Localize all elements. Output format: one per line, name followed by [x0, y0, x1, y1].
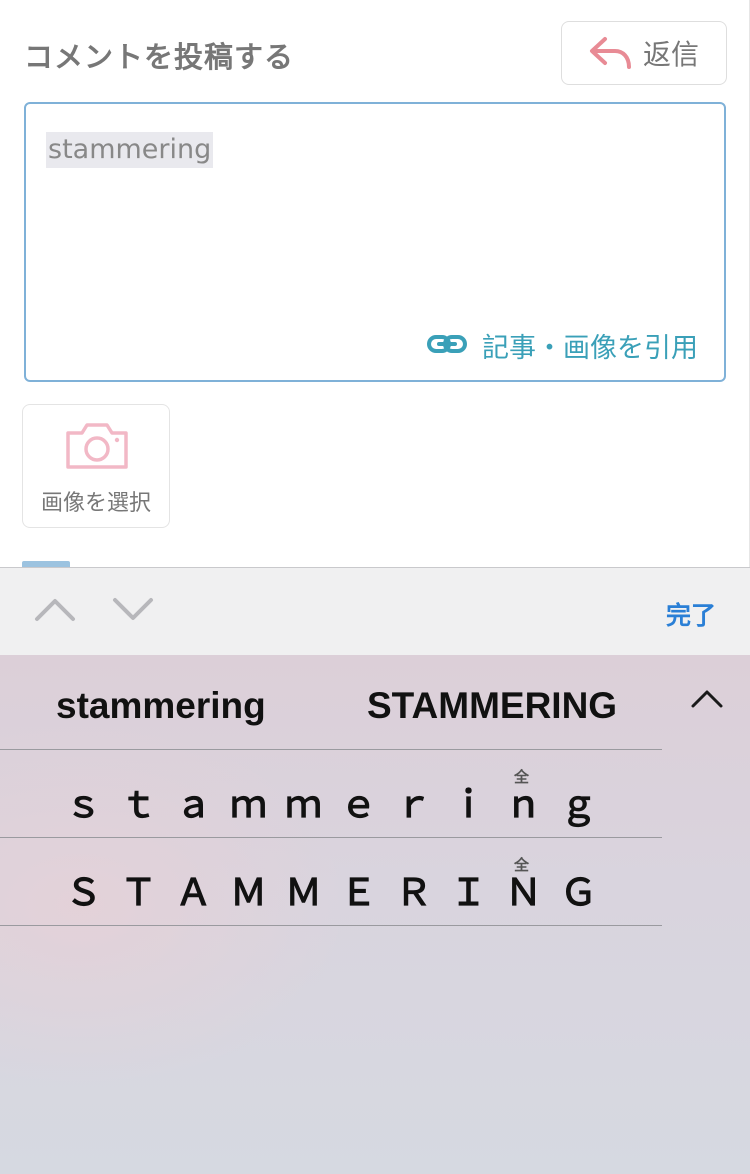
- candidate-row[interactable]: ＳＴＡＭＭＥＲＩＮＧ 全: [0, 838, 662, 926]
- image-select-label: 画像を選択: [40, 491, 151, 516]
- reply-label: 返信: [642, 38, 699, 71]
- reply-button[interactable]: 返信: [561, 21, 727, 85]
- done-button[interactable]: 完了: [666, 596, 716, 632]
- candidate-fullwidth-lowercase: ｓｔａｍｍｅｒｉｎｇ: [65, 784, 615, 825]
- comment-form: コメントを投稿する 返信 stammering 記事・画像を引用 画像を選択: [0, 0, 750, 567]
- comment-textarea[interactable]: stammering 記事・画像を引用: [24, 102, 726, 382]
- next-field-button[interactable]: [111, 595, 155, 627]
- conversion-candidate-panel: stammering STAMMERING ｓｔａｍｍｅｒｉｎｇ 全 ＳＴＡＭＭ…: [0, 655, 750, 1174]
- link-icon: [426, 332, 468, 360]
- candidate-uppercase[interactable]: STAMMERING: [367, 685, 617, 727]
- image-select-button[interactable]: 画像を選択: [22, 404, 170, 528]
- chevron-down-icon: [113, 598, 153, 620]
- candidate-lowercase[interactable]: stammering: [56, 685, 266, 727]
- keyboard-accessory-bar: 完了: [0, 567, 750, 655]
- fullwidth-badge: 全: [514, 856, 530, 874]
- previous-field-button[interactable]: [33, 595, 77, 627]
- camera-icon: [64, 421, 130, 475]
- chevron-up-icon: [35, 599, 75, 621]
- quote-article-image-link[interactable]: 記事・画像を引用: [426, 326, 698, 365]
- screen: コメントを投稿する 返信 stammering 記事・画像を引用 画像を選択 完…: [0, 0, 750, 1174]
- candidate-fullwidth-uppercase: ＳＴＡＭＭＥＲＩＮＧ: [65, 872, 615, 913]
- chevron-up-icon: [691, 690, 723, 708]
- quote-label: 記事・画像を引用: [482, 333, 698, 364]
- candidate-row: stammering STAMMERING: [0, 655, 662, 750]
- collapse-candidates-button[interactable]: [690, 687, 724, 713]
- reply-arrow-icon: [589, 36, 633, 70]
- fullwidth-badge: 全: [514, 768, 530, 786]
- candidate-row[interactable]: ｓｔａｍｍｅｒｉｎｇ 全: [0, 750, 662, 838]
- comment-text: stammering: [46, 132, 214, 168]
- form-title: コメントを投稿する: [24, 40, 295, 74]
